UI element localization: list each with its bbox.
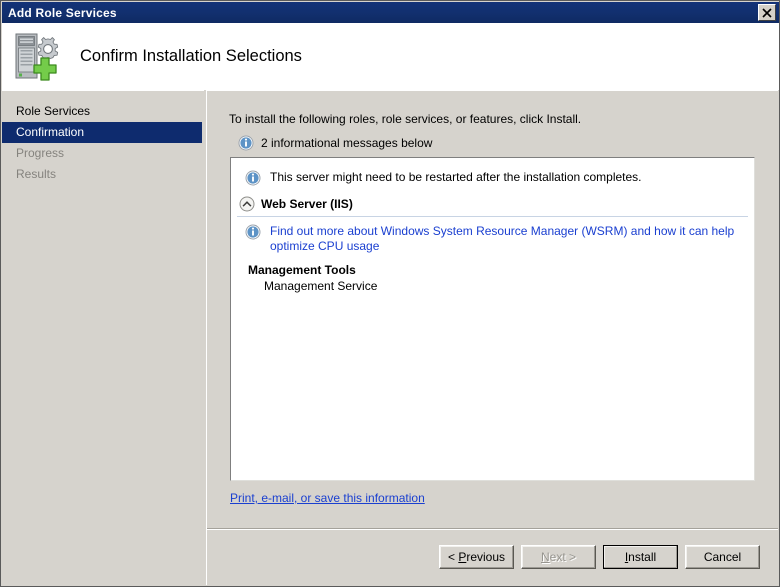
install-instructions: To install the following roles, role ser…: [229, 112, 582, 126]
sidebar-item-progress: Progress: [16, 146, 65, 160]
installation-summary-panel[interactable]: This server might need to be restarted a…: [230, 157, 755, 481]
info-message-summary: 2 informational messages below: [238, 135, 432, 151]
server-add-icon: [15, 33, 59, 81]
section-title: Web Server (IIS): [261, 197, 353, 211]
page-title: Confirm Installation Selections: [80, 47, 302, 65]
footer-buttons: < Previous Next > Install Cancel: [439, 545, 760, 569]
next-button: Next >: [521, 545, 596, 569]
sidebar-item-confirmation[interactable]: Confirmation: [2, 122, 202, 143]
add-role-services-window: Add Role Services Confirm Installation S…: [0, 0, 780, 587]
group-item-management-service: Management Service: [264, 279, 378, 293]
previous-button[interactable]: < Previous: [439, 545, 514, 569]
chevron-up-circle-icon[interactable]: [239, 196, 255, 212]
print-save-link[interactable]: Print, e-mail, or save this information: [230, 491, 425, 505]
info-icon: [245, 170, 261, 186]
sidebar-item-role-services[interactable]: Role Services: [2, 101, 204, 122]
wsrm-info-row[interactable]: Find out more about Windows System Resou…: [231, 217, 754, 254]
content-area: To install the following roles, role ser…: [206, 90, 778, 585]
wizard-sidebar: Role Services Confirmation Progress Resu…: [2, 90, 204, 585]
group-title-management-tools: Management Tools: [248, 263, 356, 277]
restart-notice-text: This server might need to be restarted a…: [270, 170, 642, 184]
title-bar: Add Role Services: [2, 2, 779, 23]
wsrm-info-link[interactable]: Find out more about Windows System Resou…: [270, 224, 740, 254]
window-title: Add Role Services: [8, 5, 117, 20]
footer-divider: [207, 528, 778, 530]
close-button[interactable]: [758, 4, 776, 21]
header-banner: Confirm Installation Selections: [2, 23, 779, 90]
info-message-count: 2 informational messages below: [261, 136, 433, 150]
info-icon: [245, 224, 261, 240]
section-header-web-server[interactable]: Web Server (IIS): [231, 186, 754, 212]
cancel-button[interactable]: Cancel: [685, 545, 760, 569]
info-icon: [238, 135, 254, 151]
close-icon: [762, 7, 772, 18]
sidebar-item-results: Results: [16, 167, 57, 181]
install-button[interactable]: Install: [603, 545, 678, 569]
restart-notice-row: This server might need to be restarted a…: [231, 158, 754, 186]
